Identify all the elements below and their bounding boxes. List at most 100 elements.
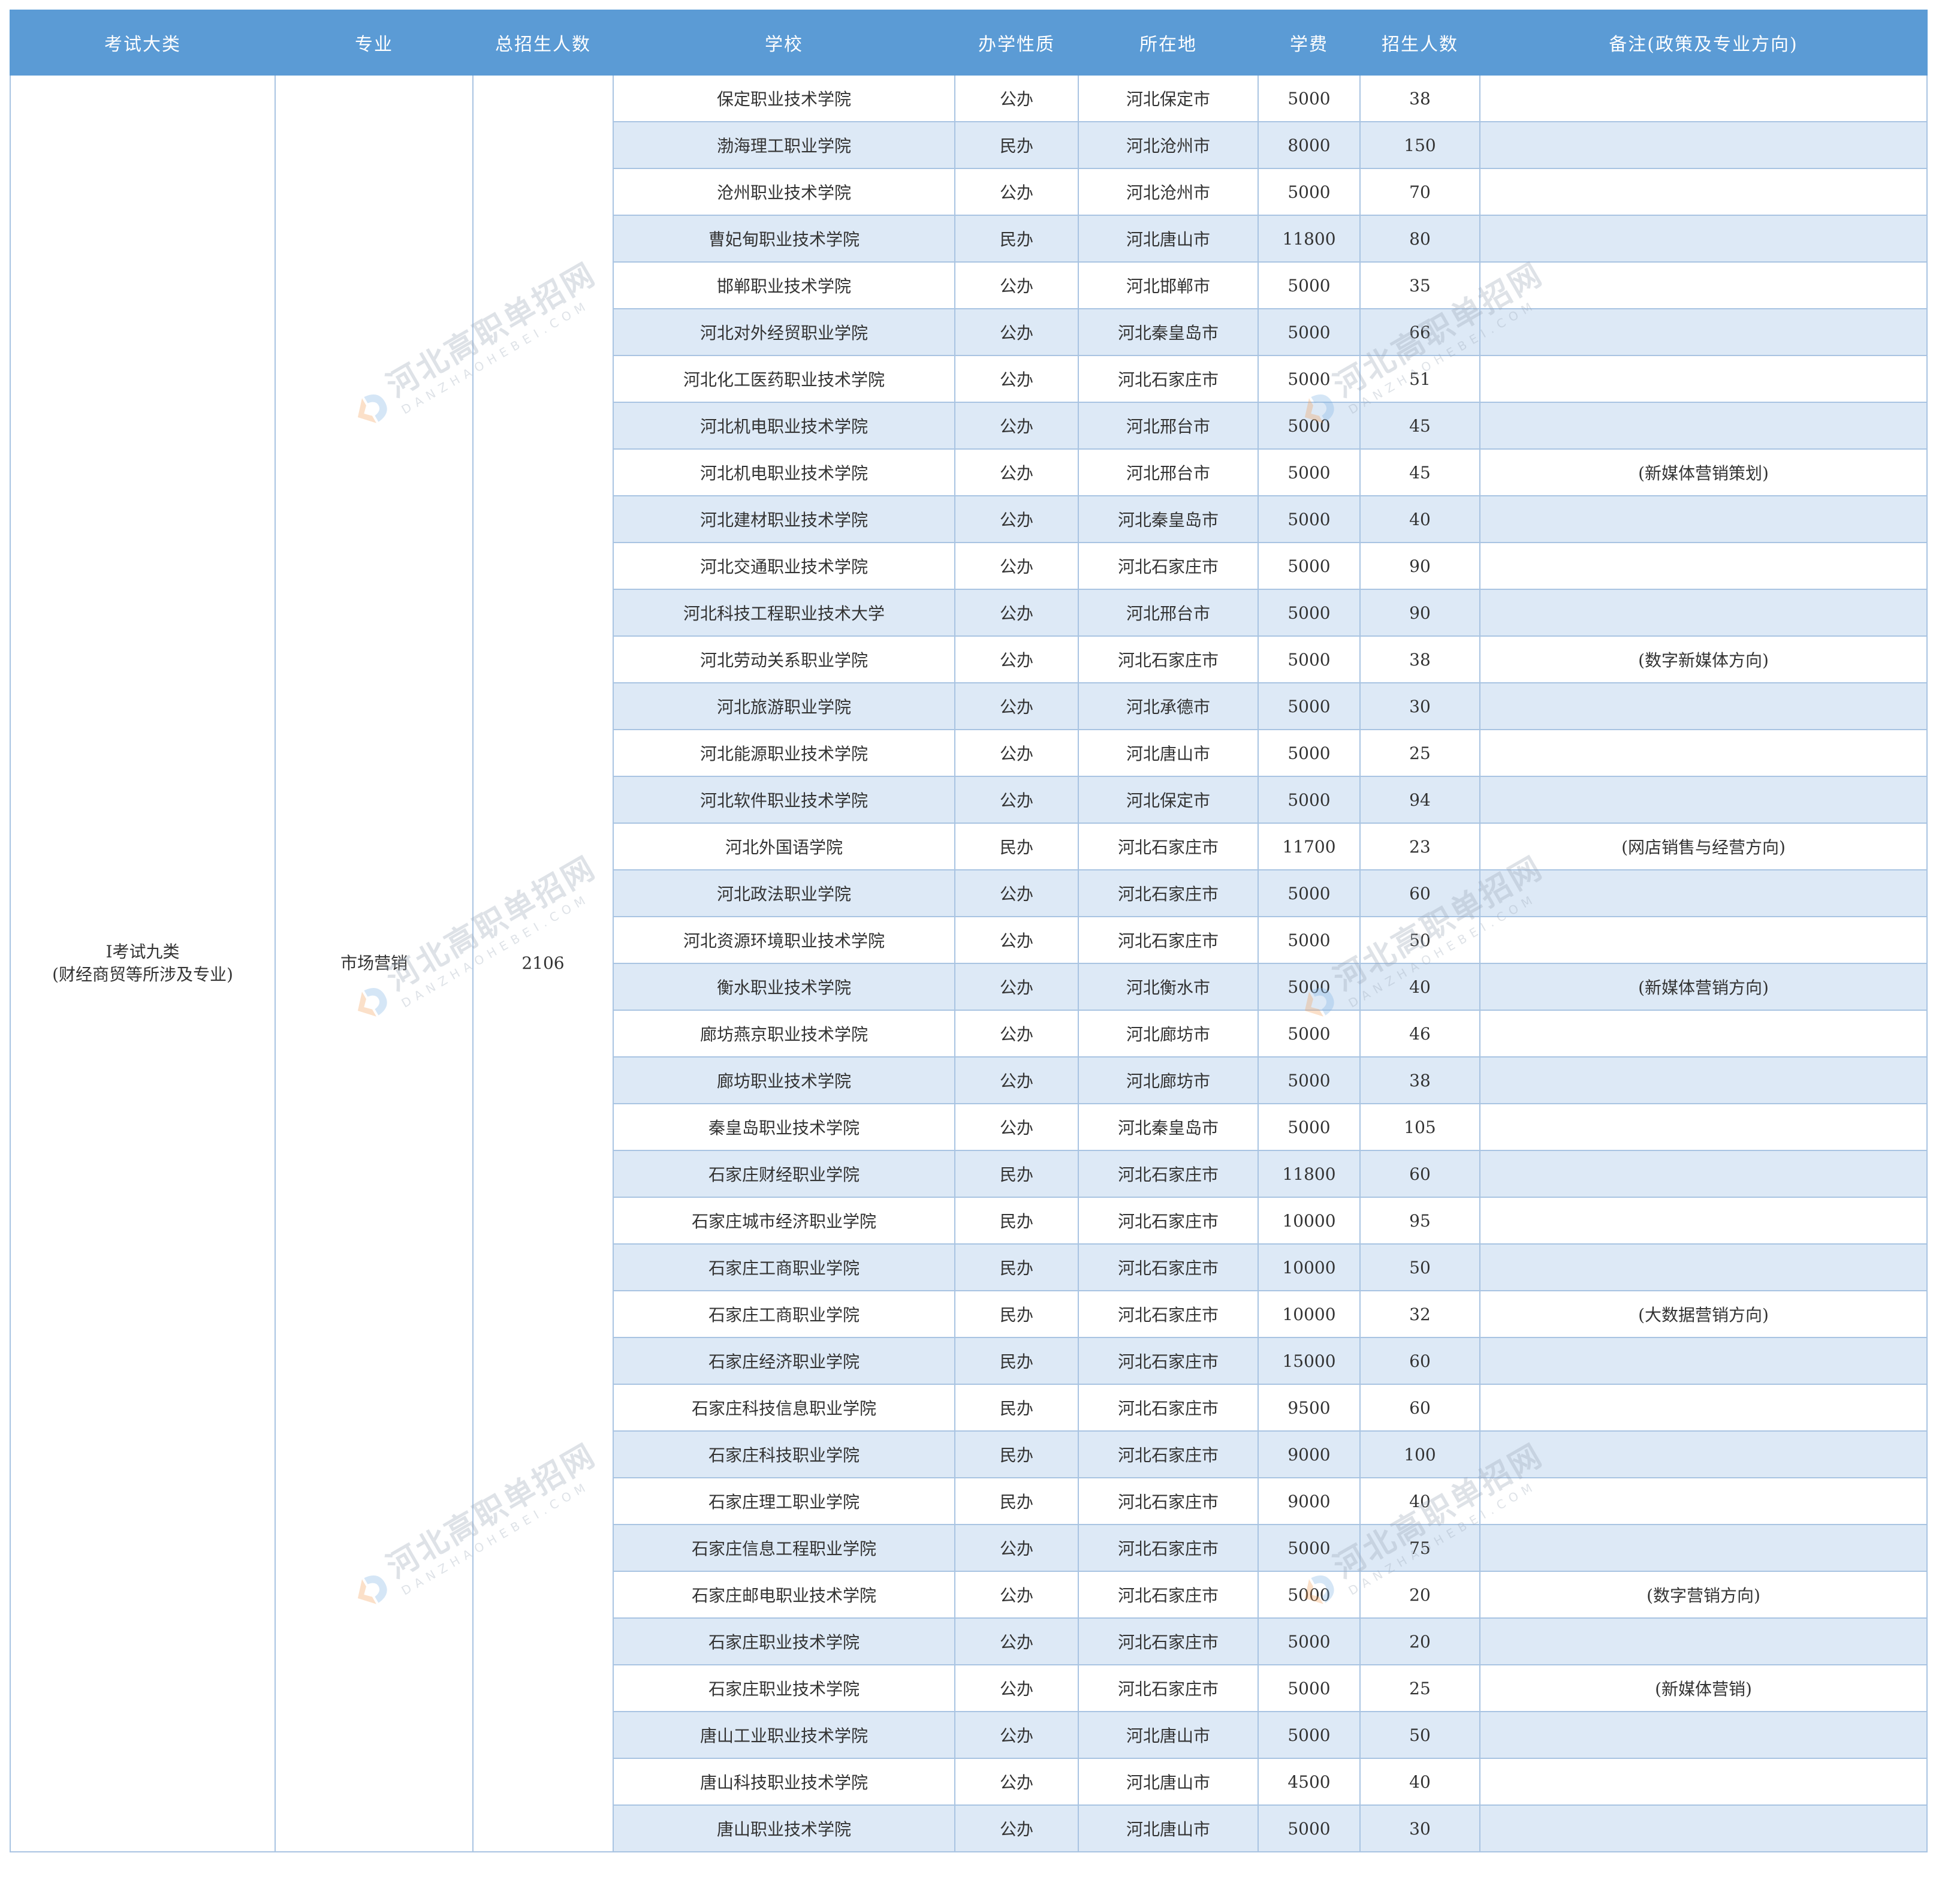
- school-cell: 河北政法职业学院: [613, 869, 955, 917]
- note-cell: [1479, 1384, 1928, 1432]
- nature-cell: 民办: [954, 1384, 1079, 1432]
- location-cell: 河北秦皇岛市: [1078, 1103, 1259, 1151]
- count-cell: 80: [1359, 215, 1480, 263]
- header-row: 考试大类 专业 总招生人数 学校 办学性质 所在地 学费 招生人数 备注(政策及…: [10, 10, 1928, 76]
- count-cell: 40: [1359, 495, 1480, 543]
- school-cell: 秦皇岛职业技术学院: [613, 1103, 955, 1151]
- nature-cell: 民办: [954, 1197, 1079, 1245]
- count-cell: 32: [1359, 1290, 1480, 1338]
- fee-cell: 10000: [1258, 1243, 1361, 1291]
- school-cell: 唐山职业技术学院: [613, 1804, 955, 1852]
- note-cell: [1479, 1243, 1928, 1291]
- note-cell: [1479, 1010, 1928, 1058]
- count-cell: 51: [1359, 355, 1480, 403]
- note-cell: [1479, 1056, 1928, 1104]
- nature-cell: 民办: [954, 1337, 1079, 1385]
- fee-cell: 5000: [1258, 542, 1361, 590]
- note-cell: [1479, 1758, 1928, 1806]
- nature-cell: 民办: [954, 1290, 1079, 1338]
- fee-cell: 5000: [1258, 355, 1361, 403]
- location-cell: 河北石家庄市: [1078, 1571, 1259, 1619]
- school-cell: 石家庄城市经济职业学院: [613, 1197, 955, 1245]
- nature-cell: 公办: [954, 261, 1079, 309]
- school-cell: 石家庄科技职业学院: [613, 1430, 955, 1478]
- nature-cell: 公办: [954, 308, 1079, 356]
- school-cell: 河北劳动关系职业学院: [613, 635, 955, 683]
- category-line1: Ⅰ考试九类: [105, 942, 180, 962]
- note-cell: [1479, 355, 1928, 403]
- count-cell: 45: [1359, 448, 1480, 496]
- count-cell: 25: [1359, 729, 1480, 777]
- location-cell: 河北唐山市: [1078, 1711, 1259, 1759]
- nature-cell: 民办: [954, 121, 1079, 169]
- school-cell: 石家庄工商职业学院: [613, 1243, 955, 1291]
- nature-cell: 公办: [954, 1711, 1079, 1759]
- fee-cell: 5000: [1258, 1804, 1361, 1852]
- fee-cell: 9500: [1258, 1384, 1361, 1432]
- fee-cell: 11800: [1258, 215, 1361, 263]
- fee-cell: 9000: [1258, 1477, 1361, 1525]
- nature-cell: 公办: [954, 589, 1079, 637]
- school-cell: 渤海理工职业学院: [613, 121, 955, 169]
- location-cell: 河北石家庄市: [1078, 1150, 1259, 1198]
- note-cell: [1479, 1103, 1928, 1151]
- fee-cell: 11800: [1258, 1150, 1361, 1198]
- note-cell: [1479, 121, 1928, 169]
- school-cell: 沧州职业技术学院: [613, 168, 955, 216]
- count-cell: 30: [1359, 1804, 1480, 1852]
- header-note: 备注(政策及专业方向): [1479, 10, 1928, 76]
- fee-cell: 5000: [1258, 963, 1361, 1011]
- school-cell: 保定职业技术学院: [613, 74, 955, 122]
- table-body: Ⅰ考试九类 (财经商贸等所涉及专业) 市场营销 2106 保定职业技术学院 公办 河北保定市…: [10, 74, 1928, 1852]
- note-cell: [1479, 1617, 1928, 1665]
- admissions-table-container: 考试大类 专业 总招生人数 学校 办学性质 所在地 学费 招生人数 备注(政策及…: [10, 10, 1928, 1852]
- fee-cell: 5000: [1258, 402, 1361, 450]
- nature-cell: 公办: [954, 402, 1079, 450]
- note-cell: [1479, 1430, 1928, 1478]
- fee-cell: 10000: [1258, 1290, 1361, 1338]
- note-cell: [1479, 402, 1928, 450]
- location-cell: 河北邢台市: [1078, 589, 1259, 637]
- count-cell: 25: [1359, 1664, 1480, 1712]
- school-cell: 衡水职业技术学院: [613, 963, 955, 1011]
- count-cell: 45: [1359, 402, 1480, 450]
- school-cell: 石家庄工商职业学院: [613, 1290, 955, 1338]
- location-cell: 河北石家庄市: [1078, 1337, 1259, 1385]
- nature-cell: 公办: [954, 1056, 1079, 1104]
- note-cell: [1479, 1711, 1928, 1759]
- note-cell: [1479, 1150, 1928, 1198]
- total-cell: 2106: [472, 74, 614, 1852]
- note-cell: [1479, 1337, 1928, 1385]
- major-cell: 市场营销: [275, 74, 474, 1852]
- nature-cell: 公办: [954, 355, 1079, 403]
- location-cell: 河北石家庄市: [1078, 1664, 1259, 1712]
- nature-cell: 公办: [954, 1804, 1079, 1852]
- fee-cell: 9000: [1258, 1430, 1361, 1478]
- location-cell: 河北石家庄市: [1078, 1524, 1259, 1572]
- nature-cell: 民办: [954, 1243, 1079, 1291]
- header-school: 学校: [613, 10, 955, 76]
- count-cell: 38: [1359, 74, 1480, 122]
- fee-cell: 15000: [1258, 1337, 1361, 1385]
- note-cell: [1479, 1524, 1928, 1572]
- location-cell: 河北石家庄市: [1078, 823, 1259, 870]
- location-cell: 河北石家庄市: [1078, 1243, 1259, 1291]
- note-cell: [1479, 1197, 1928, 1245]
- note-cell: [1479, 776, 1928, 824]
- school-cell: 曹妃甸职业技术学院: [613, 215, 955, 263]
- school-cell: 河北建材职业技术学院: [613, 495, 955, 543]
- location-cell: 河北石家庄市: [1078, 1197, 1259, 1245]
- fee-cell: 5000: [1258, 916, 1361, 964]
- note-cell: [1479, 916, 1928, 964]
- fee-cell: 5000: [1258, 869, 1361, 917]
- fee-cell: 8000: [1258, 121, 1361, 169]
- note-cell: [1479, 729, 1928, 777]
- nature-cell: 公办: [954, 542, 1079, 590]
- location-cell: 河北石家庄市: [1078, 355, 1259, 403]
- note-cell: (网店销售与经营方向): [1479, 823, 1928, 870]
- location-cell: 河北保定市: [1078, 74, 1259, 122]
- count-cell: 30: [1359, 682, 1480, 730]
- fee-cell: 5000: [1258, 74, 1361, 122]
- location-cell: 河北保定市: [1078, 776, 1259, 824]
- fee-cell: 5000: [1258, 261, 1361, 309]
